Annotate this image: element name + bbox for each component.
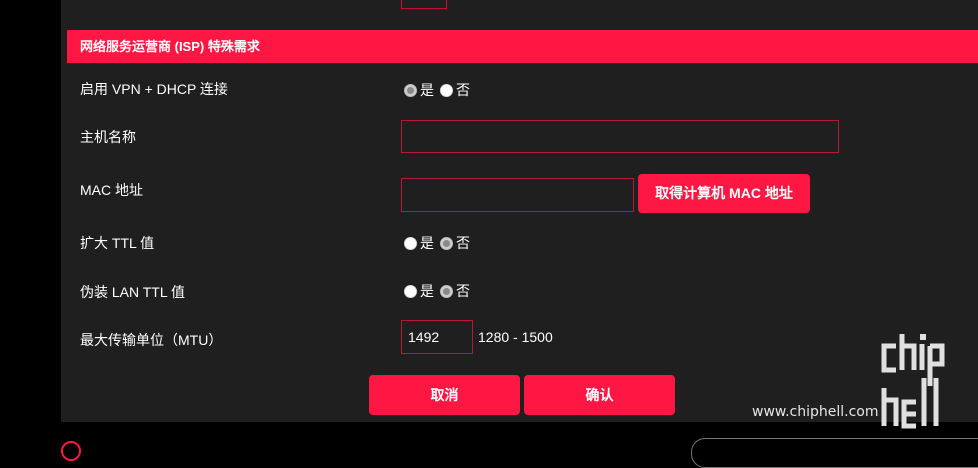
mac-address-input[interactable]: [401, 178, 634, 212]
ttl-extend-no-radio[interactable]: [440, 236, 453, 250]
vpn-dhcp-radio-group: 是 否: [404, 80, 476, 100]
vpn-dhcp-no-radio[interactable]: [440, 83, 453, 97]
bottom-status-circle-icon: [61, 441, 81, 461]
lan-ttl-yes-radio[interactable]: [404, 284, 417, 298]
chiphell-logo-icon: [881, 334, 945, 429]
bottom-search-field[interactable]: [691, 438, 978, 468]
lan-ttl-radio-group: 是 否: [404, 281, 476, 301]
lan-ttl-yes-label: 是: [420, 283, 434, 299]
hostname-label: 主机名称: [80, 129, 136, 145]
vpn-dhcp-yes-label: 是: [420, 82, 434, 98]
vpn-dhcp-label: 启用 VPN + DHCP 连接: [80, 81, 228, 97]
mtu-input[interactable]: [401, 320, 473, 354]
hostname-input[interactable]: [401, 120, 839, 153]
section-header: 网络服务运营商 (ISP) 特殊需求: [67, 30, 978, 63]
ttl-extend-radio-group: 是 否: [404, 233, 476, 253]
watermark-url: www.chiphell.com: [752, 404, 879, 420]
ttl-extend-yes-radio[interactable]: [404, 236, 417, 250]
ttl-extend-label: 扩大 TTL 值: [80, 235, 155, 251]
ttl-extend-yes-label: 是: [420, 235, 434, 251]
cancel-button[interactable]: 取消: [369, 375, 520, 415]
vpn-dhcp-yes-radio[interactable]: [404, 83, 417, 97]
get-mac-address-button[interactable]: 取得计算机 MAC 地址: [638, 174, 810, 213]
vpn-dhcp-no-label: 否: [456, 82, 470, 98]
confirm-button[interactable]: 确认: [524, 375, 675, 415]
mtu-range-hint: 1280 - 1500: [478, 329, 553, 345]
mac-label: MAC 地址: [80, 182, 143, 198]
ttl-extend-no-label: 否: [456, 235, 470, 251]
lan-ttl-label: 伪装 LAN TTL 值: [80, 284, 186, 300]
previous-field-input[interactable]: [401, 0, 447, 9]
mtu-label: 最大传输单位（MTU）: [80, 332, 223, 348]
lan-ttl-no-label: 否: [456, 283, 470, 299]
lan-ttl-no-radio[interactable]: [440, 284, 453, 298]
